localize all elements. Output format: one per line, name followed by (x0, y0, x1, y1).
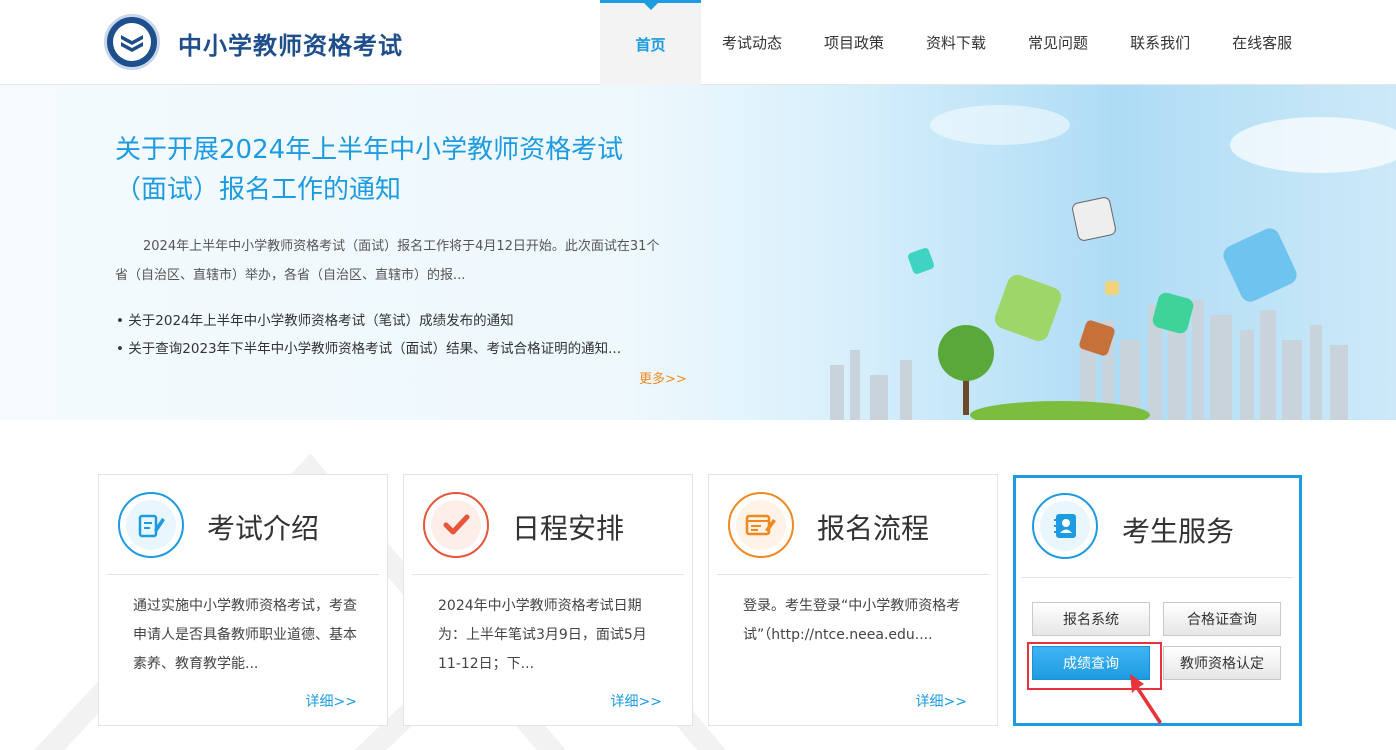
headline-link[interactable]: 关于开展2024年上半年中小学教师资格考试（面试）报名工作的通知 (115, 130, 675, 210)
card-title[interactable]: 报名流程 (817, 507, 929, 547)
headline-summary: 2024年上半年中小学教师资格考试（面试）报名工作将于4月12日开始。此次面试在… (115, 239, 660, 283)
site-header: 中小学教师资格考试 首页 考试动态 项目政策 资料下载 常见问题 联系我们 在线… (0, 0, 1396, 85)
card-title[interactable]: 考试介绍 (207, 507, 319, 547)
news-link[interactable]: 关于查询2023年下半年中小学教师资格考试（面试）结果、考试合格证明的通知... (116, 335, 621, 363)
nav-faq[interactable]: 常见问题 (1007, 0, 1109, 85)
main-nav: 首页 考试动态 项目政策 资料下载 常见问题 联系我们 在线客服 (600, 0, 1313, 85)
detail-link[interactable]: 详细>> (306, 691, 357, 711)
card-title[interactable]: 考生服务 (1122, 510, 1234, 550)
card-exam-intro: 考试介绍 通过实施中小学教师资格考试，考查申请人是否具备教师职业道德、基本素养、… (98, 474, 388, 726)
nav-exam-news[interactable]: 考试动态 (701, 0, 803, 85)
news-link[interactable]: 关于2024年上半年中小学教师资格考试（笔试）成绩发布的通知 (116, 307, 621, 335)
contact-book-icon (1032, 493, 1098, 559)
card-body: 通过实施中小学教师资格考试，考查申请人是否具备教师职业道德、基本素养、教育教学能… (133, 598, 357, 672)
detail-link[interactable]: 详细>> (916, 691, 967, 711)
card-title[interactable]: 日程安排 (512, 507, 624, 547)
nav-contact[interactable]: 联系我们 (1109, 0, 1211, 85)
nav-policy[interactable]: 项目政策 (803, 0, 905, 85)
registration-system-button[interactable]: 报名系统 (1032, 602, 1150, 636)
nav-online-service[interactable]: 在线客服 (1211, 0, 1313, 85)
more-news-link[interactable]: 更多>> (639, 368, 687, 387)
card-body: 2024年中小学教师资格考试日期为：上半年笔试3月9日，面试5月11-12日；下… (438, 598, 647, 672)
document-edit-icon (118, 492, 184, 558)
teacher-qualification-button[interactable]: 教师资格认定 (1163, 646, 1281, 680)
site-title[interactable]: 中小学教师资格考试 (178, 26, 403, 61)
form-pen-icon (728, 492, 794, 558)
nav-downloads[interactable]: 资料下载 (905, 0, 1007, 85)
card-registration-process: 报名流程 登录。考生登录“中小学教师资格考试”（http://ntce.neea… (708, 474, 998, 726)
certificate-query-button[interactable]: 合格证查询 (1163, 602, 1281, 636)
pointer-arrow-icon (1130, 674, 1162, 724)
checkmark-icon (423, 492, 489, 558)
nav-home[interactable]: 首页 (600, 0, 701, 85)
detail-link[interactable]: 详细>> (611, 691, 662, 711)
city-illustration (830, 105, 1396, 420)
logo-icon[interactable] (104, 14, 160, 70)
news-list: 关于2024年上半年中小学教师资格考试（笔试）成绩发布的通知 关于查询2023年… (116, 307, 621, 363)
card-schedule: 日程安排 2024年中小学教师资格考试日期为：上半年笔试3月9日，面试5月11-… (403, 474, 693, 726)
card-body: 登录。考生登录“中小学教师资格考试”（http://ntce.neea.edu.… (743, 598, 961, 643)
hero-banner: 关于开展2024年上半年中小学教师资格考试（面试）报名工作的通知 2024年上半… (0, 85, 1396, 420)
